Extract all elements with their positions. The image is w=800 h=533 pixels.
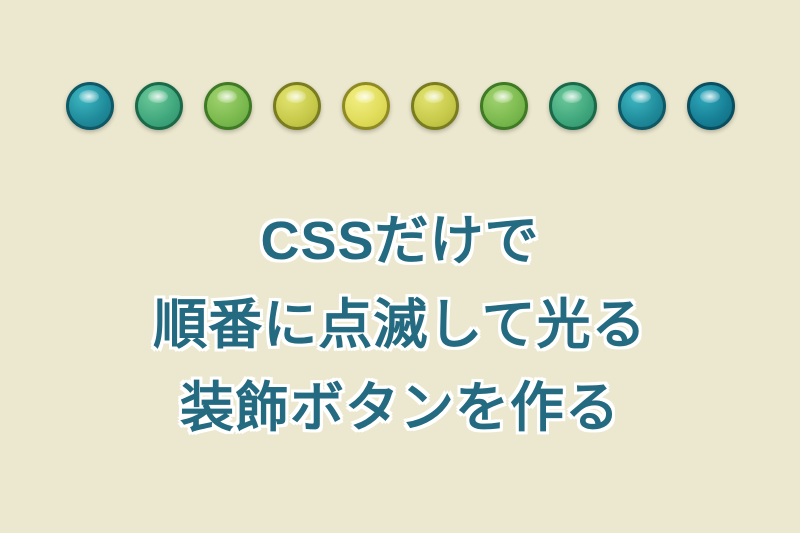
dot-2-teal-green [135, 82, 183, 130]
dot-1-teal [66, 82, 114, 130]
title-line-2: 順番に点滅して光る [153, 284, 646, 368]
dot-6-yellow-green [411, 82, 459, 130]
title-line-1: CSSだけで [153, 200, 646, 284]
dot-10-teal-dark [687, 82, 735, 130]
title-line-3: 装飾ボタンを作る [153, 367, 646, 451]
dot-3-green [204, 82, 252, 130]
dot-8-teal-green [549, 82, 597, 130]
page-title: CSSだけで 順番に点滅して光る 装飾ボタンを作る [153, 200, 646, 451]
dot-4-yellow-green [273, 82, 321, 130]
dot-5-yellow [342, 82, 390, 130]
dot-7-green [480, 82, 528, 130]
decorative-dots-row [66, 82, 735, 130]
dot-9-teal [618, 82, 666, 130]
